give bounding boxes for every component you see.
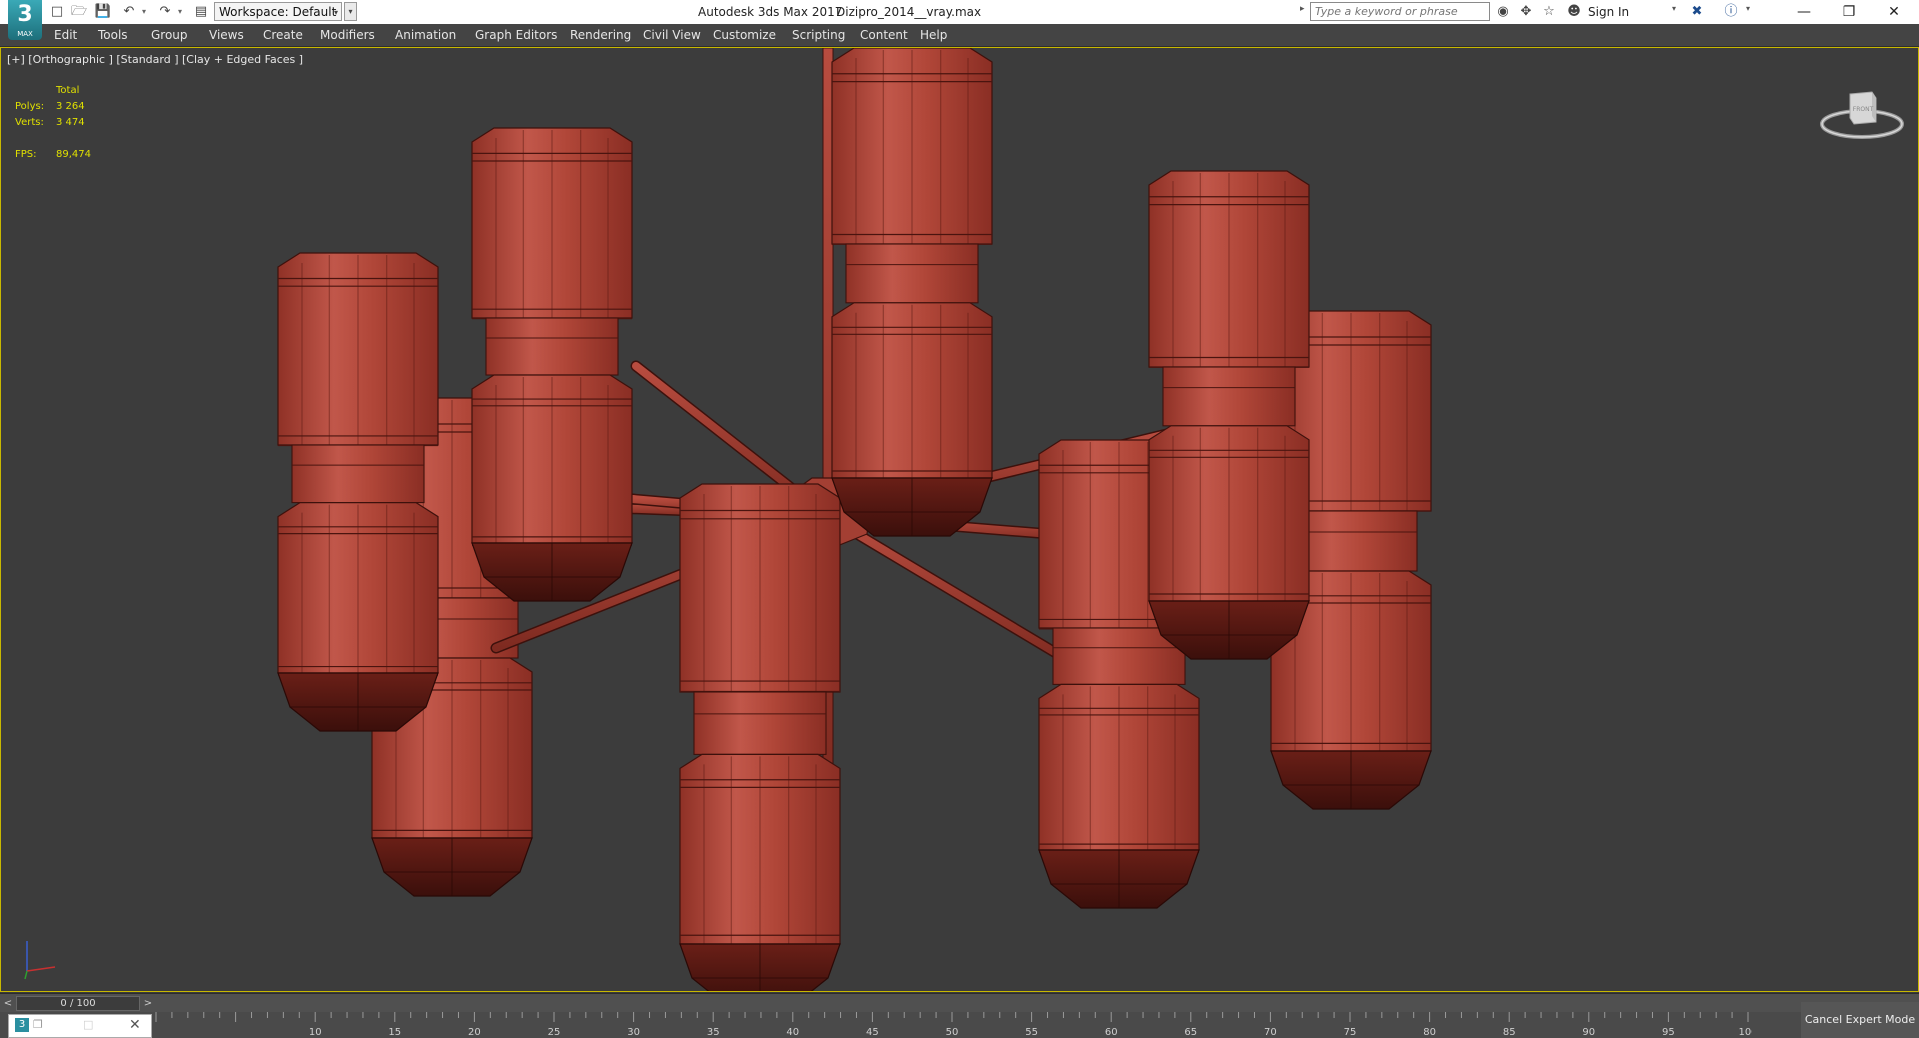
open-file-icon[interactable]: 🗁	[70, 3, 88, 21]
user-icon[interactable]: ☻	[1565, 3, 1583, 21]
chandelier-model[interactable]	[1, 48, 1918, 991]
chevron-down-icon: ▾	[333, 8, 338, 17]
maximize-small-icon[interactable]: □	[83, 1018, 93, 1032]
frame-tick-label: 35	[707, 1027, 720, 1038]
frame-tick-label: 70	[1264, 1027, 1277, 1038]
lamp-top-center	[831, 48, 993, 537]
undo-dropdown-icon[interactable]: ▾	[142, 4, 146, 20]
menu-animation[interactable]: Animation	[395, 24, 456, 46]
menu-civil-view[interactable]: Civil View	[643, 24, 701, 46]
menu-rendering[interactable]: Rendering	[570, 24, 631, 46]
sign-in-dropdown-icon[interactable]: ▾	[1672, 4, 1676, 13]
menu-views[interactable]: Views	[209, 24, 244, 46]
menu-bar: Edit Tools Group Views Create Modifiers …	[0, 24, 1919, 47]
menu-graph-editors[interactable]: Graph Editors	[475, 24, 557, 46]
app-small-icon: 3	[15, 1018, 29, 1032]
binoculars-icon[interactable]: ◉	[1494, 3, 1512, 21]
frame-tick-label: 75	[1344, 1027, 1357, 1038]
undo-icon[interactable]: ↶	[120, 3, 138, 21]
track-bar[interactable]: 3 ❐ □ ✕ 10 15 20 25 30 35 40 45 50 55 60 65 70 75 80 85…	[0, 1012, 1919, 1038]
new-file-icon[interactable]: □	[48, 3, 66, 21]
minimize-button[interactable]: —	[1782, 0, 1826, 24]
frame-tick-label: 50	[946, 1027, 959, 1038]
restore-button[interactable]: ❐	[1827, 0, 1871, 24]
next-frame-icon[interactable]: >	[142, 994, 154, 1013]
frame-tick-label: 40	[786, 1027, 799, 1038]
frame-tick-label: 60	[1105, 1027, 1118, 1038]
favorites-star-icon[interactable]: ☆	[1540, 3, 1558, 21]
time-slider-thumb[interactable]: 0 / 100	[16, 996, 140, 1011]
lamp-front-center	[679, 483, 841, 991]
app-title: Autodesk 3ds Max 2017	[698, 5, 843, 19]
menu-content[interactable]: Content	[860, 24, 908, 46]
menu-group[interactable]: Group	[151, 24, 188, 46]
previous-frame-icon[interactable]: <	[2, 994, 14, 1013]
lamp-left	[277, 252, 439, 732]
workspace-dropdown[interactable]: Workspace: Default ▾	[214, 2, 342, 21]
file-name: Dizipro_2014__vray.max	[836, 5, 982, 19]
title-bar: 3 MAX □ 🗁 💾 ↶ ▾ ↷ ▾ ▤ Workspace: Default…	[0, 0, 1919, 40]
redo-dropdown-icon[interactable]: ▾	[178, 4, 182, 20]
perspective-viewport[interactable]: [+] [Orthographic ] [Standard ] [Clay + …	[0, 47, 1919, 992]
help-icon[interactable]: ⓘ	[1722, 3, 1740, 21]
help-dropdown-icon[interactable]: ▾	[1746, 4, 1750, 13]
menu-create[interactable]: Create	[263, 24, 303, 46]
frame-tick-label: 20	[468, 1027, 481, 1038]
frame-ruler[interactable]: 10 15 20 25 30 35 40 45 50 55 60 65 70 75 80 85 90 95 100	[152, 1012, 1752, 1038]
menu-modifiers[interactable]: Modifiers	[320, 24, 375, 46]
close-button[interactable]: ✕	[1872, 0, 1916, 24]
viewcube-icon[interactable]: FRONT	[1817, 78, 1907, 148]
frame-tick-label: 90	[1582, 1027, 1595, 1038]
workspace-label: Workspace: Default	[219, 5, 337, 19]
stats-polys-value: 3 264	[56, 101, 85, 112]
frame-tick-label: 85	[1503, 1027, 1516, 1038]
stats-verts-label: Verts:	[15, 117, 44, 128]
frame-tick-label: 100	[1738, 1027, 1752, 1038]
quick-access-customize-button[interactable]: ▾	[344, 2, 357, 21]
app-logo-button[interactable]: 3 MAX	[8, 0, 42, 40]
lamp-left-upper	[471, 127, 633, 602]
search-expand-icon[interactable]: ▸	[1300, 4, 1305, 14]
menu-help[interactable]: Help	[920, 24, 947, 46]
redo-icon[interactable]: ↷	[156, 3, 174, 21]
frame-tick-label: 25	[548, 1027, 561, 1038]
stats-total-label: Total	[56, 85, 80, 96]
app-logo-glyph: 3	[17, 2, 33, 27]
viewcube-face-label: FRONT	[1853, 106, 1874, 113]
chandelier-geometry	[277, 48, 1432, 991]
search-input[interactable]	[1310, 2, 1490, 21]
stats-polys-label: Polys:	[15, 101, 45, 112]
stats-verts-value: 3 474	[56, 117, 85, 128]
stats-fps-label: FPS:	[15, 149, 37, 160]
frame-tick-label: 55	[1025, 1027, 1038, 1038]
menu-edit[interactable]: Edit	[54, 24, 77, 46]
frame-tick-label: 65	[1184, 1027, 1197, 1038]
frame-tick-label: 45	[866, 1027, 879, 1038]
save-file-icon[interactable]: 💾	[94, 3, 112, 21]
time-slider-bar: < 0 / 100 >	[0, 993, 1919, 1013]
menu-tools[interactable]: Tools	[98, 24, 128, 46]
close-small-icon[interactable]: ✕	[129, 1016, 141, 1034]
frame-tick-label: 30	[627, 1027, 640, 1038]
minimized-window-tab[interactable]: 3 ❐ □ ✕	[8, 1014, 152, 1038]
restore-small-icon[interactable]: ❐	[33, 1018, 43, 1032]
subscription-center-icon[interactable]: ✥	[1517, 3, 1535, 21]
axis-tripod-icon	[24, 941, 56, 980]
frame-tick-label: 10	[309, 1027, 322, 1038]
lamp-right-upper	[1148, 170, 1310, 660]
cancel-expert-mode-button[interactable]: Cancel Expert Mode	[1801, 1002, 1919, 1038]
frame-tick-label: 15	[388, 1027, 401, 1038]
menu-scripting[interactable]: Scripting	[792, 24, 845, 46]
app-logo-subtext: MAX	[17, 30, 33, 38]
menu-customize[interactable]: Customize	[713, 24, 776, 46]
exchange-apps-icon[interactable]: ✖	[1688, 3, 1706, 21]
stats-fps-value: 89,474	[56, 149, 91, 160]
frame-tick-label: 95	[1662, 1027, 1675, 1038]
project-folder-icon[interactable]: ▤	[192, 3, 210, 21]
sign-in-button[interactable]: Sign In	[1588, 0, 1629, 24]
viewport-label-menu[interactable]: [+] [Orthographic ] [Standard ] [Clay + …	[7, 53, 303, 66]
frame-tick-label: 80	[1423, 1027, 1436, 1038]
